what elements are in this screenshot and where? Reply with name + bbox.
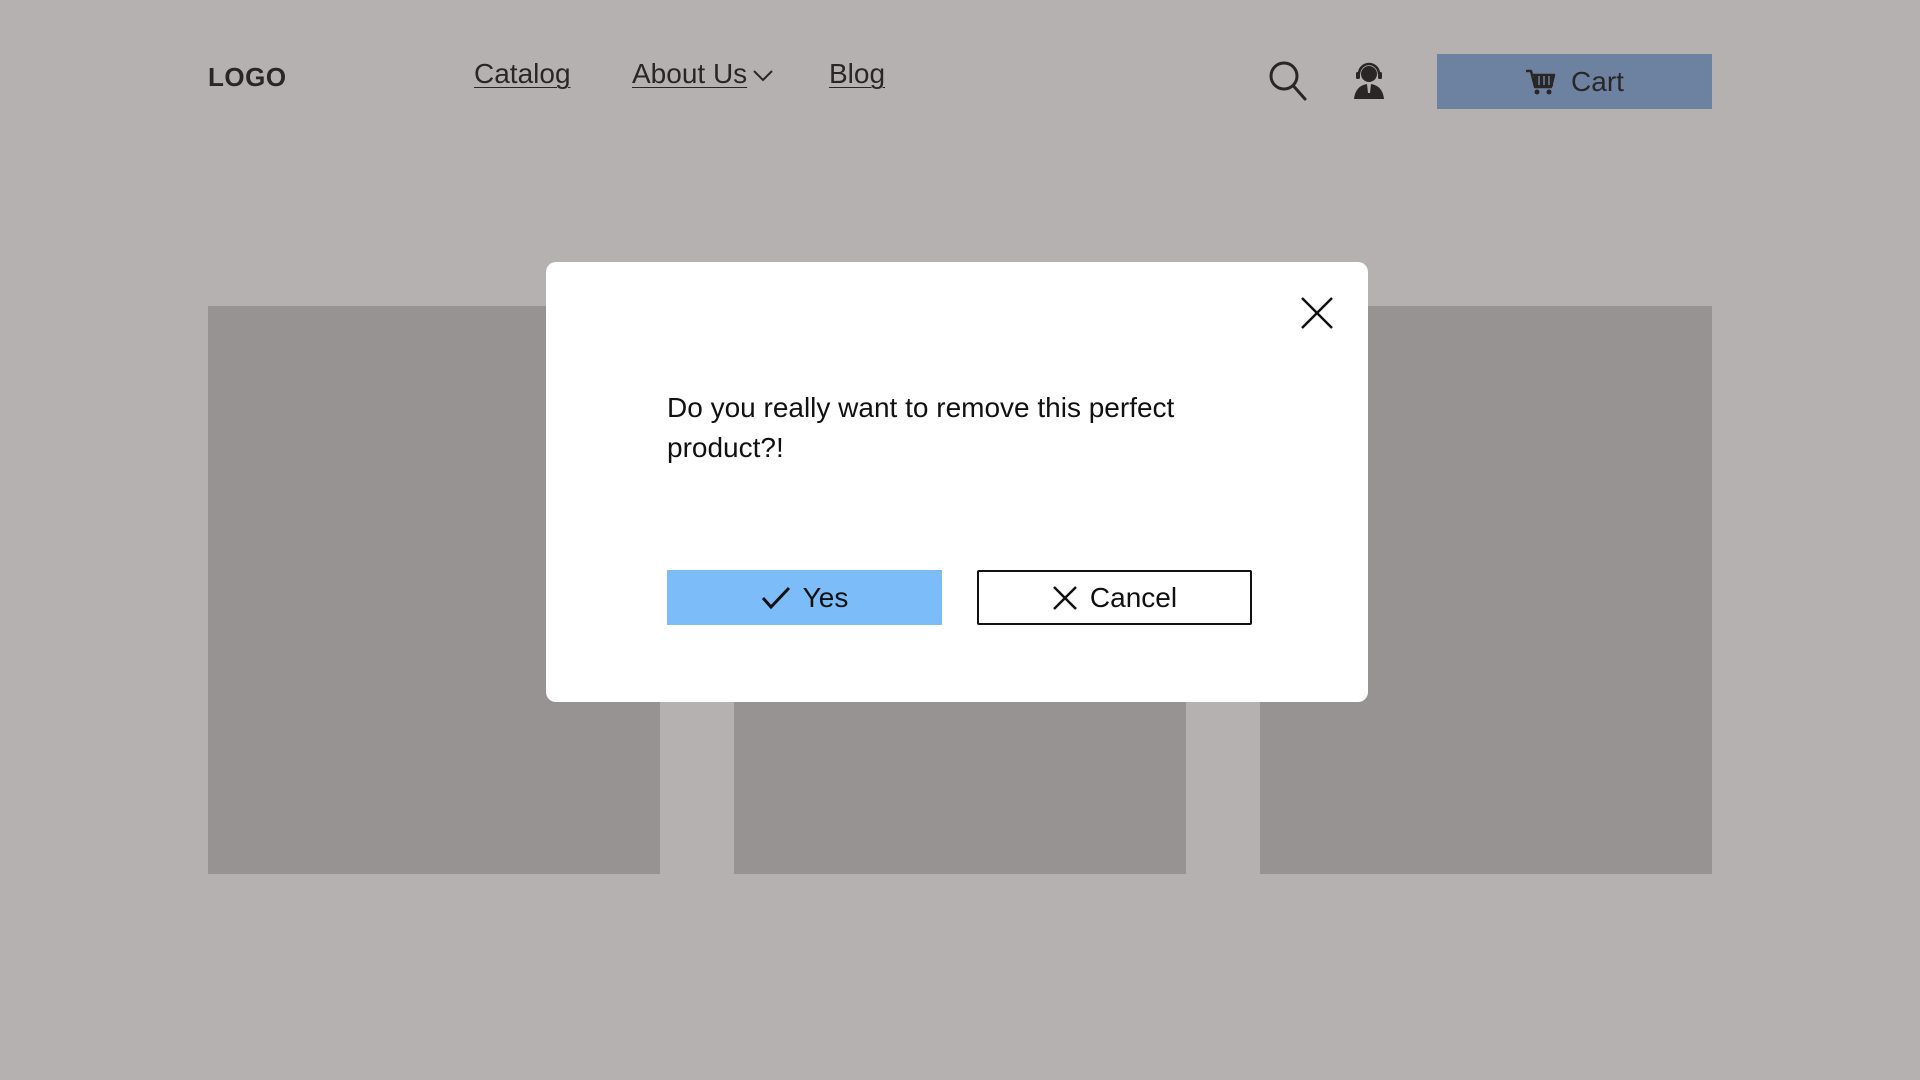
close-icon bbox=[1053, 585, 1077, 610]
confirm-yes-button[interactable]: Yes bbox=[667, 570, 942, 625]
cancel-button[interactable]: Cancel bbox=[977, 570, 1252, 625]
cancel-label: Cancel bbox=[1089, 581, 1178, 613]
close-icon bbox=[1301, 297, 1333, 329]
remove-product-dialog: Do you really want to remove this perfec… bbox=[546, 262, 1368, 702]
check-icon bbox=[761, 586, 790, 609]
dialog-message: Do you really want to remove this perfec… bbox=[667, 392, 1175, 463]
dialog-close-button[interactable] bbox=[1296, 292, 1338, 334]
confirm-yes-label: Yes bbox=[802, 581, 849, 613]
